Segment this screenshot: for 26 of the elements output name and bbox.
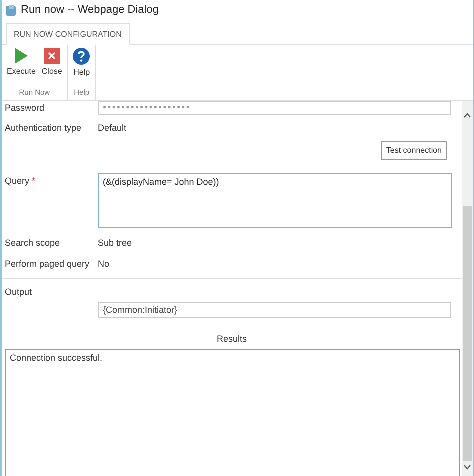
close-icon <box>44 48 60 64</box>
query-field[interactable]: (&(displayName= John Doe)) <box>98 173 452 228</box>
ribbon-tab[interactable]: RUN NOW CONFIGURATION <box>6 23 130 45</box>
test-connection-button[interactable]: Test connection <box>381 141 447 160</box>
field-label: Perform paged query <box>4 258 91 268</box>
output-field[interactable]: {Common:Initiator} <box>98 302 451 318</box>
field-value: No <box>98 258 110 268</box>
field-label: Output <box>4 286 34 296</box>
field-value: Default <box>98 122 127 132</box>
scroll-up-icon[interactable] <box>464 113 471 118</box>
window-title: Run now -- Webpage Dialog <box>21 4 159 16</box>
field-value: Sub tree <box>98 238 132 248</box>
close-button[interactable]: Close <box>40 45 64 88</box>
field-label: Query * <box>4 175 37 186</box>
field-label: Authentication type <box>4 122 83 132</box>
scrollbar-thumb[interactable] <box>463 206 472 461</box>
play-icon <box>14 48 28 64</box>
window-icon <box>6 4 16 16</box>
help-icon <box>73 48 90 65</box>
execute-button[interactable]: Execute <box>5 45 38 88</box>
field-label: Search scope <box>4 238 62 248</box>
scroll-down-icon[interactable] <box>464 465 471 470</box>
help-button[interactable]: Help <box>71 45 92 88</box>
results-label: Results <box>216 334 248 344</box>
field-label: Password <box>4 102 46 112</box>
results-box: Connection successful. <box>5 349 460 476</box>
